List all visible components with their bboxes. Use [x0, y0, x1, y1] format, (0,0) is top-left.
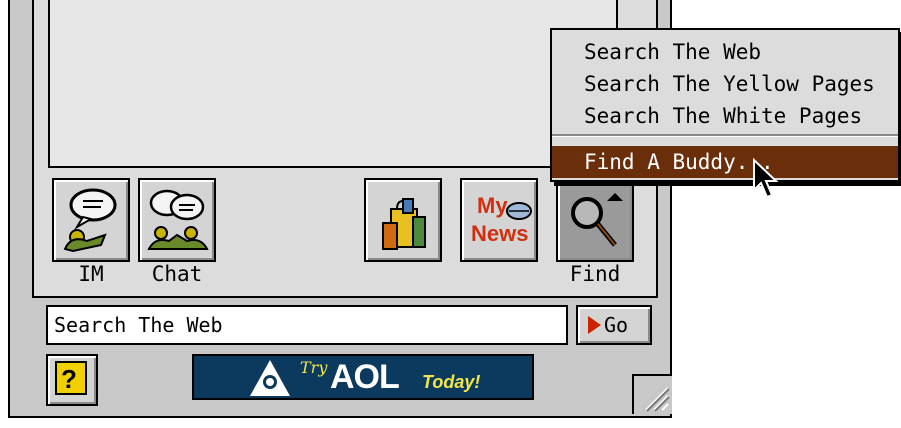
help-button[interactable]: ? — [46, 354, 98, 406]
svg-text:News: News — [471, 221, 528, 246]
my-news-button[interactable]: My News — [460, 178, 538, 262]
go-label: Go — [604, 313, 629, 337]
menu-item-search-white-pages[interactable]: Search The White Pages — [552, 100, 898, 132]
chat-button[interactable] — [138, 178, 216, 262]
mouse-cursor-icon — [753, 158, 779, 199]
svg-text:?: ? — [61, 364, 77, 394]
shopping-icon — [382, 198, 426, 250]
resize-grip-icon — [645, 387, 670, 412]
find-label: Find — [569, 262, 621, 286]
shopping-button[interactable] — [364, 178, 442, 262]
aol-logo-icon — [250, 360, 290, 396]
resize-grip[interactable] — [632, 374, 672, 414]
try-aol-today-banner[interactable]: Try AOL Today! — [192, 354, 534, 400]
menu-item-search-web[interactable]: Search The Web — [552, 36, 898, 68]
go-arrow-icon — [588, 316, 601, 334]
help-icon: ? — [55, 361, 87, 395]
find-button[interactable] — [556, 178, 634, 262]
my-news-icon: My News — [471, 193, 532, 246]
menu-separator — [552, 134, 898, 137]
find-dropdown-menu: Search The Web Search The Yellow Pages S… — [550, 28, 900, 182]
ad-aol-text: AOL — [330, 358, 400, 396]
menu-item-search-yellow-pages[interactable]: Search The Yellow Pages — [552, 68, 898, 100]
im-label: IM — [78, 262, 104, 286]
search-input[interactable] — [46, 305, 568, 345]
im-button[interactable] — [52, 178, 130, 262]
im-icon — [63, 188, 117, 253]
find-magnifier-icon — [571, 193, 623, 247]
chat-label: Chat — [151, 262, 203, 286]
svg-text:My: My — [477, 193, 508, 218]
go-button[interactable]: Go — [576, 305, 652, 345]
ad-today-text: Today! — [422, 372, 481, 392]
ad-try-text: Try — [300, 358, 328, 377]
chat-icon — [147, 189, 209, 250]
menu-item-find-a-buddy[interactable]: Find A Buddy... — [552, 146, 898, 178]
